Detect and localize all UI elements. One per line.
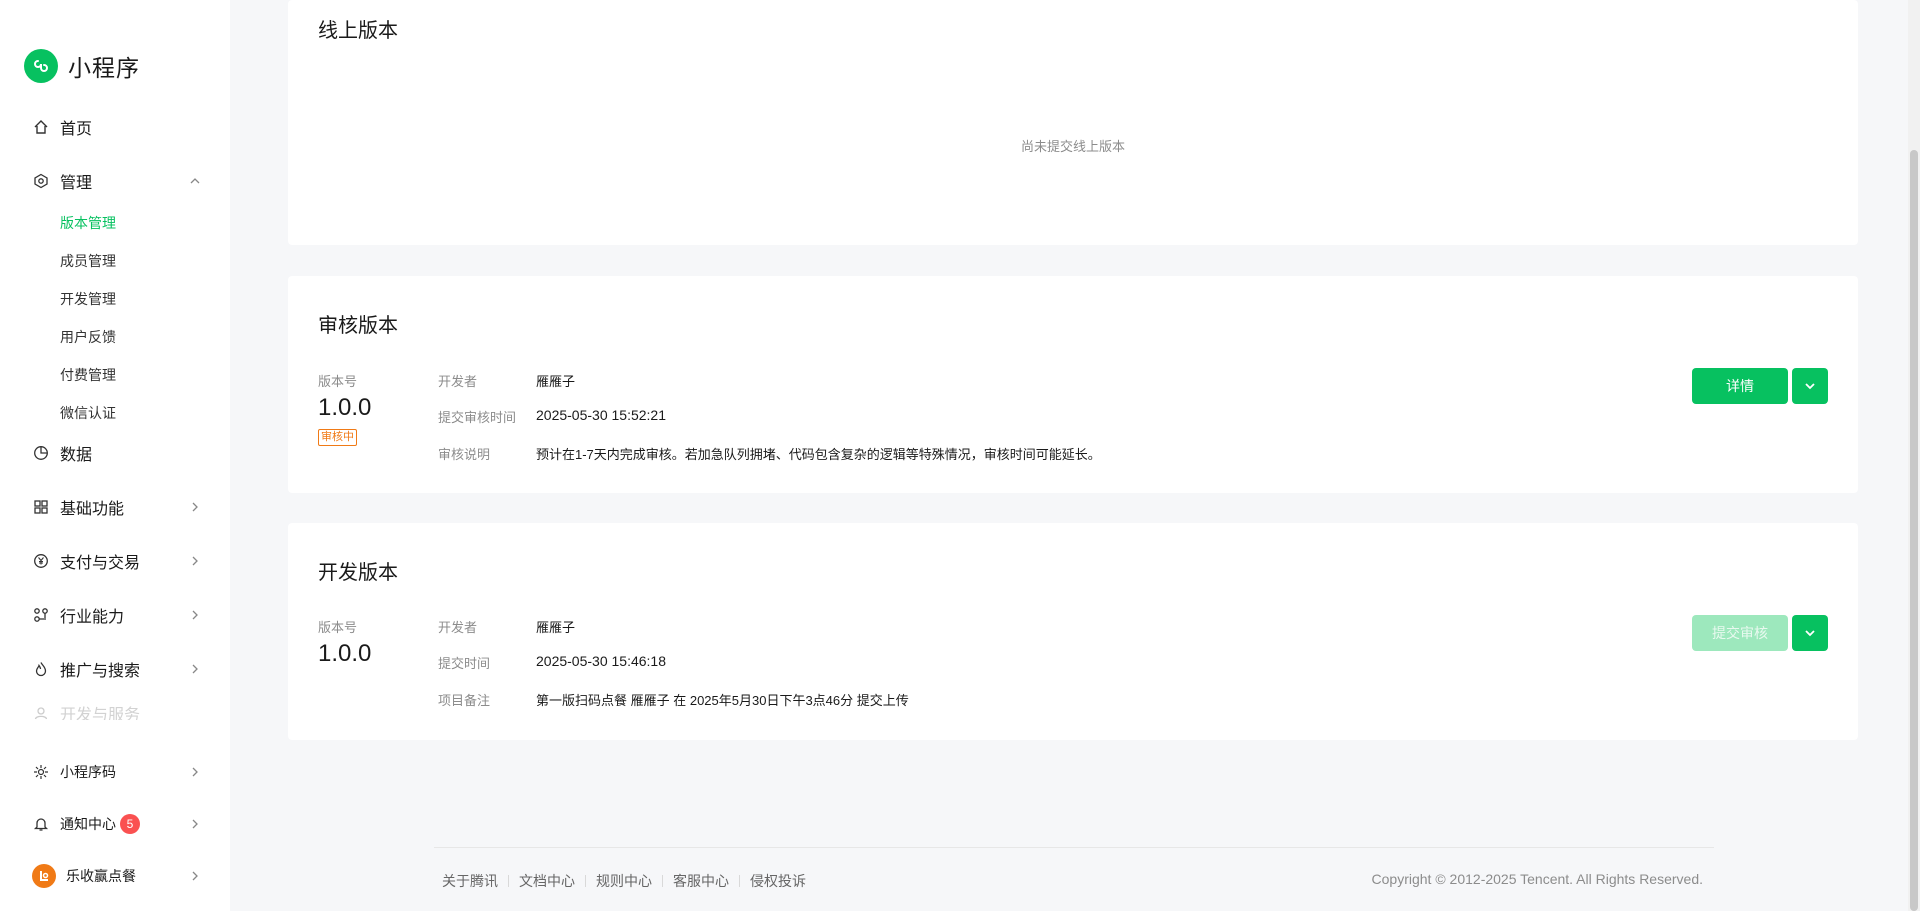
developer-value: 雁雁子 [536, 374, 576, 389]
chevron-right-icon [188, 608, 202, 622]
detail-button[interactable]: 详情 [1692, 368, 1788, 404]
review-note-value: 预计在1-7天内完成审核。若加急队列拥堵、代码包含复杂的逻辑等特殊情况，审核时间… [536, 447, 1101, 462]
sidebar-subitem-wechat-auth[interactable]: 微信认证 [60, 403, 116, 423]
footer-divider [434, 847, 1714, 848]
sun-burst-icon [32, 763, 50, 781]
developer-value: 雁雁子 [536, 620, 576, 635]
submit-review-button[interactable]: 提交审核 [1692, 615, 1788, 651]
footer-link-service[interactable]: 客服中心 [673, 871, 729, 891]
chevron-right-icon [188, 869, 202, 883]
footer-separator [508, 875, 509, 887]
avatar [32, 864, 56, 888]
status-badge: 审核中 [318, 429, 357, 446]
online-version-title: 线上版本 [318, 20, 398, 42]
footer-separator [662, 875, 663, 887]
version-number-label: 版本号 [318, 374, 358, 389]
chevron-up-icon [188, 174, 202, 188]
field-label: 审核说明 [438, 447, 491, 462]
sidebar-subitem-version[interactable]: 版本管理 [60, 213, 116, 233]
version-number: 1.0.0 [318, 394, 372, 421]
footer-link-docs[interactable]: 文档中心 [519, 871, 575, 891]
brand[interactable]: 小程序 [24, 49, 140, 83]
project-note-value: 第一版扫码点餐 雁雁子 在 2025年5月30日下午3点46分 提交上传 [536, 693, 909, 708]
sidebar-item-label: 基础功能 [60, 501, 125, 518]
sidebar: 小程序 首页 管理 版本管理 成员管理 开发管理 用户反馈 付费管理 微信认证 … [0, 0, 230, 911]
chevron-right-icon [188, 662, 202, 676]
sidebar-item-qrcode[interactable]: 小程序码 [32, 757, 202, 787]
footer-separator [585, 875, 586, 887]
sidebar-item-label: 首页 [60, 121, 93, 138]
submit-time-value: 2025-05-30 15:46:18 [536, 653, 666, 669]
sidebar-item-data[interactable]: 数据 [32, 438, 202, 468]
chevron-right-icon [188, 500, 202, 514]
user-service-icon [32, 706, 50, 720]
sidebar-item-label: 小程序码 [60, 764, 116, 780]
field-label: 开发者 [438, 374, 478, 389]
scrollbar-thumb[interactable] [1910, 150, 1918, 911]
footer-link-rules[interactable]: 规则中心 [596, 871, 652, 891]
more-dropdown-button[interactable] [1792, 368, 1828, 404]
sidebar-item-label: 推广与搜索 [60, 663, 141, 680]
chevron-down-icon [1805, 630, 1815, 637]
dev-version-title: 开发版本 [318, 562, 398, 584]
field-label: 项目备注 [438, 693, 491, 708]
yen-circle-icon [32, 552, 50, 570]
sidebar-item-label: 开发与服务 [60, 707, 141, 720]
sidebar-item-devservice[interactable]: 开发与服务 [32, 706, 202, 720]
sidebar-item-home[interactable]: 首页 [32, 112, 202, 142]
sidebar-subitem-members[interactable]: 成员管理 [60, 251, 116, 271]
footer-link-about[interactable]: 关于腾讯 [442, 871, 498, 891]
pie-chart-icon [32, 444, 50, 462]
sidebar-item-label: 行业能力 [60, 609, 125, 626]
sidebar-item-notify[interactable]: 通知中心 5 [32, 809, 202, 839]
sidebar-item-industry[interactable]: 行业能力 [32, 600, 202, 630]
dev-version-card: 开发版本 版本号 1.0.0 开发者 雁雁子 提交时间 2025-05-30 1… [288, 523, 1858, 740]
footer-separator [739, 875, 740, 887]
copyright: Copyright © 2012-2025 Tencent. All Right… [1371, 871, 1703, 887]
footer-links: 关于腾讯 文档中心 规则中心 客服中心 侵权投诉 [442, 871, 806, 891]
field-label: 开发者 [438, 620, 478, 635]
sidebar-subitem-dev[interactable]: 开发管理 [60, 289, 116, 309]
footer-link-complaint[interactable]: 侵权投诉 [750, 871, 806, 891]
chevron-down-icon [1805, 383, 1815, 390]
version-number-label: 版本号 [318, 620, 358, 635]
review-version-card: 审核版本 版本号 1.0.0 审核中 开发者 雁雁子 提交审核时间 2025-0… [288, 276, 1858, 493]
more-dropdown-button[interactable] [1792, 615, 1828, 651]
field-label: 提交审核时间 [438, 410, 517, 425]
brand-name: 小程序 [68, 55, 140, 81]
sidebar-item-payment[interactable]: 支付与交易 [32, 546, 202, 576]
sidebar-item-label: 通知中心 [60, 816, 116, 832]
notification-count-badge: 5 [120, 814, 140, 834]
sidebar-item-manage[interactable]: 管理 [32, 166, 202, 196]
home-icon [32, 118, 50, 136]
settings-hexagon-icon [32, 172, 50, 190]
grid-icon [32, 498, 50, 516]
submit-time-value: 2025-05-30 15:52:21 [536, 407, 666, 423]
field-label: 提交时间 [438, 656, 491, 671]
sidebar-item-label: 数据 [60, 447, 93, 464]
scrollbar-track[interactable] [1908, 0, 1920, 911]
sidebar-subitem-feedback[interactable]: 用户反馈 [60, 327, 116, 347]
sidebar-item-label: 乐收赢点餐 [66, 868, 136, 884]
chevron-right-icon [188, 817, 202, 831]
mini-program-logo-icon [24, 49, 58, 83]
sidebar-item-label: 管理 [60, 175, 93, 192]
sidebar-item-label: 支付与交易 [60, 555, 141, 572]
version-number: 1.0.0 [318, 640, 372, 667]
sidebar-subitem-payment[interactable]: 付费管理 [60, 365, 116, 385]
bell-icon [32, 815, 50, 833]
online-version-empty: 尚未提交线上版本 [1020, 139, 1125, 154]
sidebar-item-basic[interactable]: 基础功能 [32, 492, 202, 522]
chevron-right-icon [188, 765, 202, 779]
review-version-title: 审核版本 [318, 315, 398, 337]
flame-icon [32, 660, 50, 678]
nodes-icon [32, 606, 50, 624]
sidebar-item-promotion[interactable]: 推广与搜索 [32, 654, 202, 684]
sidebar-item-account[interactable]: 乐收赢点餐 [32, 861, 202, 891]
chevron-right-icon [188, 554, 202, 568]
online-version-card: 线上版本 尚未提交线上版本 [288, 0, 1858, 245]
